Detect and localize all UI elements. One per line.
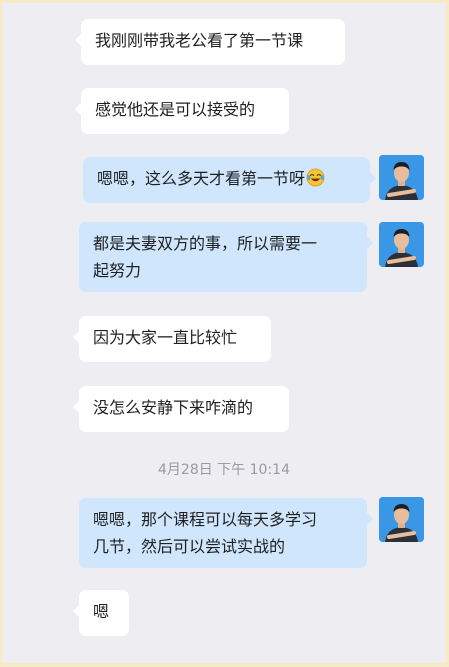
message-text: 因为大家一直比较忙: [93, 328, 238, 347]
laughing-tears-emoji: [306, 168, 325, 187]
person-avatar-icon: [379, 222, 424, 267]
message-text: 嗯嗯，这么多天才看第一节呀: [97, 169, 306, 188]
sent-message[interactable]: 都是夫妻双方的事，所以需要一 起努力: [79, 222, 373, 292]
coach-avatar[interactable]: [379, 222, 424, 267]
message-text: 嗯: [93, 602, 110, 621]
message-text: 感觉他还是可以接受的: [95, 100, 256, 119]
coach-avatar[interactable]: [379, 497, 424, 542]
coach-avatar[interactable]: [379, 155, 424, 200]
received-message[interactable]: 我刚刚带我老公看了第一节课: [75, 19, 345, 65]
chat-area[interactable]: 我刚刚带我老公看了第一节课 感觉他还是可以接受的 嗯嗯，这么多天才看第一节呀 都…: [3, 3, 445, 663]
message-timestamp: 4月28日 下午 10:14: [158, 462, 290, 478]
received-message[interactable]: 嗯: [73, 590, 129, 636]
message-text: 没怎么安静下来咋滴的: [93, 398, 254, 417]
sent-message[interactable]: 嗯嗯，那个课程可以每天多学习 几节，然后可以尝试实战的: [79, 498, 373, 568]
received-message[interactable]: 因为大家一直比较忙: [73, 316, 271, 362]
message-text-line: 几节，然后可以尝试实战的: [93, 537, 286, 556]
message-text-line: 起努力: [93, 261, 142, 280]
received-message[interactable]: 没怎么安静下来咋滴的: [73, 386, 289, 432]
person-avatar-icon: [379, 497, 424, 542]
sent-message[interactable]: 嗯嗯，这么多天才看第一节呀: [83, 157, 376, 203]
message-text-line: 都是夫妻双方的事，所以需要一: [93, 234, 318, 253]
received-message[interactable]: 感觉他还是可以接受的: [75, 88, 289, 134]
message-text: 我刚刚带我老公看了第一节课: [95, 31, 304, 50]
message-text-line: 嗯嗯，那个课程可以每天多学习: [93, 510, 318, 529]
person-avatar-icon: [379, 155, 424, 200]
